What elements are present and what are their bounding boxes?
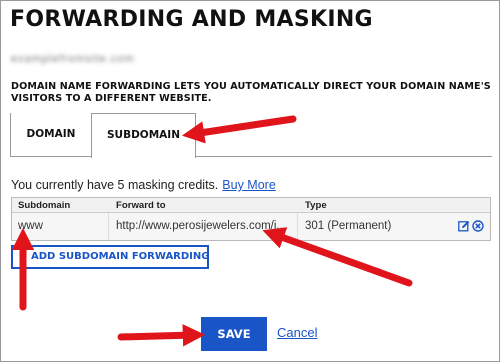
table-row[interactable]: www http://www.perosijewelers.com/i... 3… bbox=[12, 213, 490, 240]
table-header: Subdomain Forward to Type bbox=[12, 198, 490, 213]
blurred-domain-name: examplefromsite.com bbox=[11, 53, 135, 65]
tab-subdomain[interactable]: SUBDOMAIN bbox=[91, 113, 196, 158]
window-frame: FORWARDING AND MASKING examplefromsite.c… bbox=[0, 0, 500, 362]
cancel-link[interactable]: Cancel bbox=[277, 325, 317, 340]
column-divider bbox=[297, 213, 298, 240]
header-forward-to: Forward to bbox=[116, 200, 166, 211]
buy-more-link[interactable]: Buy More bbox=[222, 178, 276, 192]
save-button[interactable]: SAVE bbox=[201, 317, 267, 351]
tab-bar: DOMAIN SUBDOMAIN bbox=[10, 113, 492, 158]
cell-type: 301 (Permanent) bbox=[305, 220, 392, 232]
tab-domain[interactable]: DOMAIN bbox=[10, 113, 91, 157]
red-arrow-icon bbox=[117, 324, 206, 347]
cell-subdomain: www bbox=[18, 220, 43, 232]
page-title: FORWARDING AND MASKING bbox=[10, 7, 373, 32]
edit-icon[interactable] bbox=[458, 220, 470, 232]
forwarding-description: DOMAIN NAME FORWARDING LETS YOU AUTOMATI… bbox=[11, 81, 491, 104]
header-subdomain: Subdomain bbox=[18, 200, 71, 211]
add-subdomain-forwarding-button[interactable]: ADD SUBDOMAIN FORWARDING bbox=[11, 245, 209, 269]
credits-text: You currently have 5 masking credits. bbox=[11, 178, 219, 192]
masking-credits: You currently have 5 masking credits. Buy… bbox=[11, 178, 276, 192]
header-type: Type bbox=[305, 200, 327, 211]
column-divider bbox=[108, 213, 109, 240]
delete-icon[interactable] bbox=[472, 220, 484, 232]
subdomain-table: Subdomain Forward to Type www http://www… bbox=[11, 197, 491, 241]
cell-forward-to: http://www.perosijewelers.com/i... bbox=[116, 220, 287, 232]
red-arrow-icon bbox=[262, 227, 413, 287]
